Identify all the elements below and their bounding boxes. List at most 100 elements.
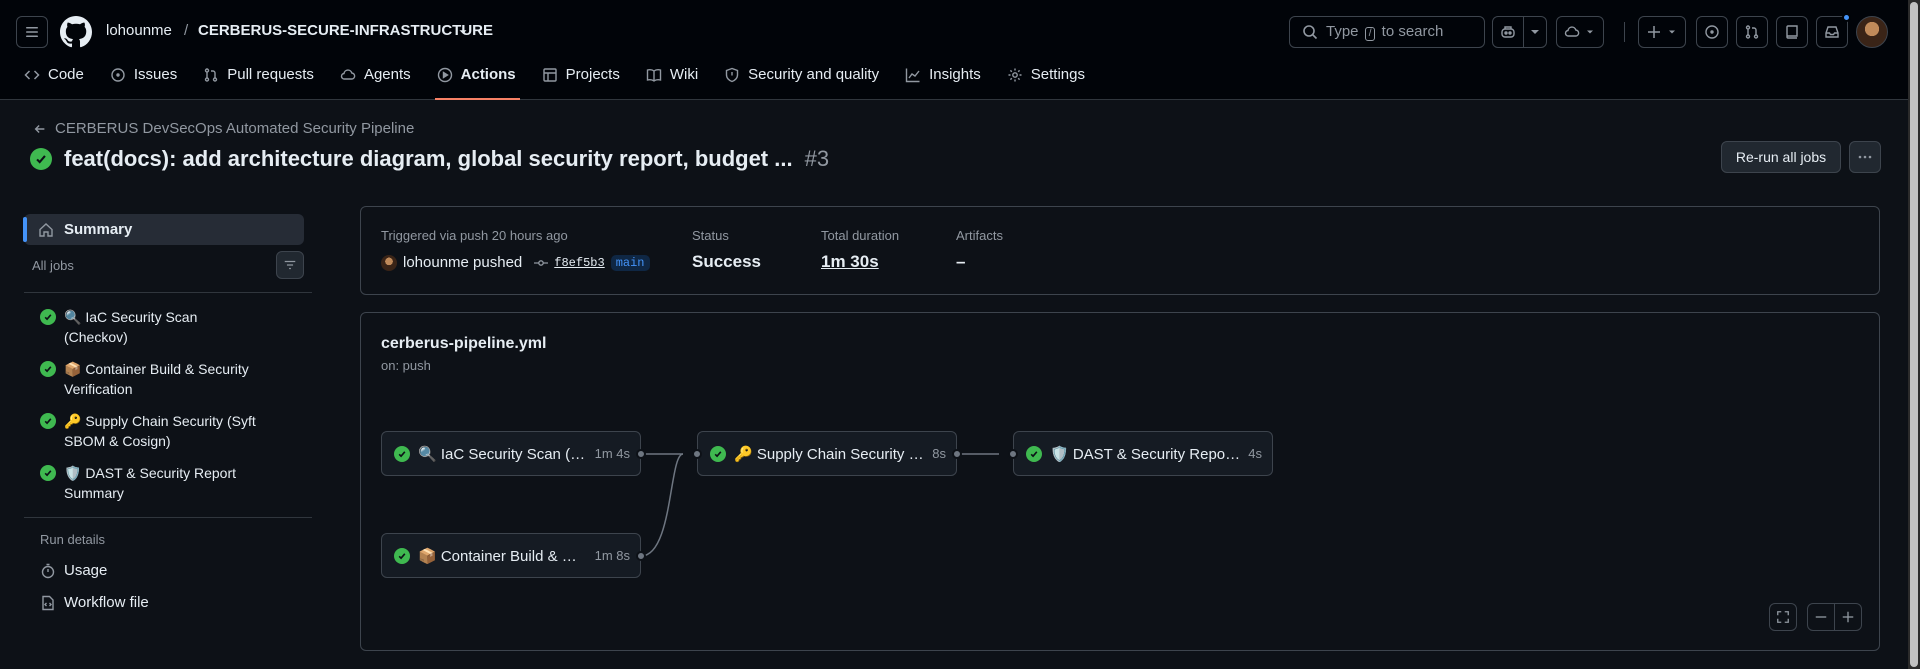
job-label-cont: (Checkov) — [64, 329, 128, 345]
status-value: Success — [692, 252, 761, 271]
tab-label: Actions — [460, 66, 516, 83]
file-code-icon — [42, 595, 54, 610]
page-scrollbar[interactable] — [1908, 0, 1920, 669]
agents-icon — [340, 69, 356, 80]
job-label: 🛡️ DAST & Security Report — [64, 465, 237, 481]
workflow-graph-card: cerberus-pipeline.yml on: push 🔍 IaC Sec… — [360, 312, 1880, 651]
job-name: 🛡️ DAST & Security Report Summary — [1050, 445, 1240, 463]
commit-link[interactable]: f8ef5b3 — [554, 256, 604, 270]
zoom-in-button[interactable] — [1834, 603, 1862, 631]
tab-wiki[interactable]: Wiki — [644, 62, 708, 100]
copilot-button[interactable] — [1492, 16, 1524, 48]
branch-label[interactable]: main — [610, 254, 650, 271]
minus-icon — [1815, 616, 1827, 618]
scrollbar-thumb[interactable] — [1910, 2, 1918, 667]
usage-link[interactable]: Usage — [40, 562, 107, 579]
tab-security-and-quality[interactable]: Security and quality — [722, 62, 889, 100]
search-prefix: Type — [1326, 23, 1359, 40]
git-commit-icon — [534, 259, 549, 266]
tab-issues[interactable]: Issues — [108, 62, 187, 100]
actor-row: lohounme pushed f8ef5b3 main — [381, 254, 650, 271]
repositories-button[interactable] — [1776, 16, 1808, 48]
duration-value[interactable]: 1m 30s — [821, 252, 879, 272]
insights-icon — [905, 68, 920, 83]
tab-label: Issues — [133, 66, 178, 83]
tab-label: Code — [48, 66, 84, 83]
run-details-label: Run details — [40, 532, 106, 547]
issues-icon — [111, 68, 125, 82]
connector-port — [636, 449, 646, 459]
tab-actions[interactable]: Actions — [434, 62, 526, 100]
wiki-icon — [646, 69, 662, 82]
pull-requests-button[interactable] — [1736, 16, 1768, 48]
workflow-file-label: Workflow file — [64, 594, 149, 611]
sidebar-summary[interactable]: Summary — [23, 214, 304, 245]
tab-pull-requests[interactable]: Pull requests — [201, 62, 324, 100]
search-suffix: to search — [1381, 23, 1444, 40]
kebab-horizontal-icon — [1858, 155, 1872, 159]
success-check-icon — [40, 465, 56, 481]
chevron-down-icon — [1669, 30, 1675, 34]
actor-avatar[interactable] — [381, 254, 397, 271]
tab-code[interactable]: Code — [22, 62, 94, 100]
repo-switcher-chevron-icon[interactable] — [456, 25, 470, 39]
workflow-file-link[interactable]: Workflow file — [40, 594, 149, 611]
plus-icon — [1842, 611, 1854, 623]
home-icon — [39, 222, 53, 237]
sidebar-job-supply-chain[interactable]: 🔑 Supply Chain Security (Syft SBOM & Cosi… — [40, 411, 280, 451]
success-check-icon — [30, 148, 52, 170]
tab-agents[interactable]: Agents — [338, 62, 421, 100]
cloud-icon — [1564, 26, 1580, 37]
success-check-icon — [1026, 445, 1042, 462]
sidebar-job-container-build[interactable]: 📦 Container Build & Security Verification — [40, 359, 280, 399]
job-label: 🔑 Supply Chain Security (Syft — [64, 413, 256, 429]
repo-name-link[interactable]: CERBERUS-SECURE-INFRASTRUCTURE — [198, 22, 493, 39]
graph-job-supply-chain[interactable]: 🔑 Supply Chain Security (Syft SBOM & Cos… — [697, 431, 957, 476]
fullscreen-button[interactable] — [1769, 603, 1797, 631]
job-label: 📦 Container Build & Security — [64, 361, 249, 377]
rerun-label: Re-run all jobs — [1735, 149, 1827, 165]
sidebar-job-iac-scan[interactable]: 🔍 IaC Security Scan (Checkov) — [40, 307, 280, 347]
sidebar-job-dast[interactable]: 🛡️ DAST & Security Report Summary — [40, 463, 280, 503]
codespaces-button[interactable] — [1556, 16, 1604, 48]
graph-job-iac-scan[interactable]: 🔍 IaC Security Scan (Checkov) 1m 4s — [381, 431, 641, 476]
duration-label: Total duration — [821, 228, 900, 243]
more-options-button[interactable] — [1849, 141, 1881, 173]
graph-job-container-build[interactable]: 📦 Container Build & Security Verificatio… — [381, 533, 641, 578]
job-duration: 1m 8s — [594, 548, 630, 563]
avatar[interactable] — [1856, 16, 1888, 48]
job-duration: 1m 4s — [594, 446, 630, 461]
tab-settings[interactable]: Settings — [1005, 62, 1095, 100]
global-header: lohounme / CERBERUS-SECURE-INFRASTRUCTUR… — [0, 0, 1908, 100]
zoom-out-button[interactable] — [1807, 603, 1835, 631]
issues-button[interactable] — [1696, 16, 1728, 48]
run-title: feat(docs): add architecture diagram, gl… — [30, 146, 829, 172]
tab-label: Insights — [929, 66, 981, 83]
stopwatch-icon — [41, 563, 55, 578]
tab-label: Projects — [565, 66, 620, 83]
tab-label: Pull requests — [227, 66, 314, 83]
code-icon — [24, 70, 40, 80]
menu-button[interactable] — [16, 16, 48, 48]
rerun-all-jobs-button[interactable]: Re-run all jobs — [1721, 141, 1841, 173]
filter-jobs-button[interactable] — [276, 251, 304, 279]
job-label-cont: Summary — [64, 485, 124, 501]
actions-icon — [437, 67, 452, 83]
job-name: 🔑 Supply Chain Security (Syft SBOM & Cos… — [734, 445, 924, 463]
search-input[interactable]: Type / to search — [1289, 16, 1485, 48]
artifacts-label: Artifacts — [956, 228, 1003, 243]
github-logo-icon[interactable] — [60, 16, 92, 48]
connector-port — [952, 449, 962, 459]
graph-job-dast[interactable]: 🛡️ DAST & Security Report Summary 4s — [1013, 431, 1273, 476]
repo-owner-link[interactable]: lohounme — [106, 22, 172, 39]
tab-projects[interactable]: Projects — [540, 62, 630, 100]
create-new-button[interactable] — [1638, 16, 1686, 48]
workflow-back-link[interactable]: CERBERUS DevSecOps Automated Security Pi… — [33, 120, 414, 137]
tab-insights[interactable]: Insights — [903, 62, 991, 100]
copilot-menu-button[interactable] — [1523, 16, 1547, 48]
plus-icon — [1648, 26, 1660, 38]
tab-label: Agents — [363, 66, 411, 83]
repo-icon — [1786, 25, 1798, 39]
workflow-name: CERBERUS DevSecOps Automated Security Pi… — [55, 120, 415, 137]
artifacts-value: – — [956, 252, 966, 271]
